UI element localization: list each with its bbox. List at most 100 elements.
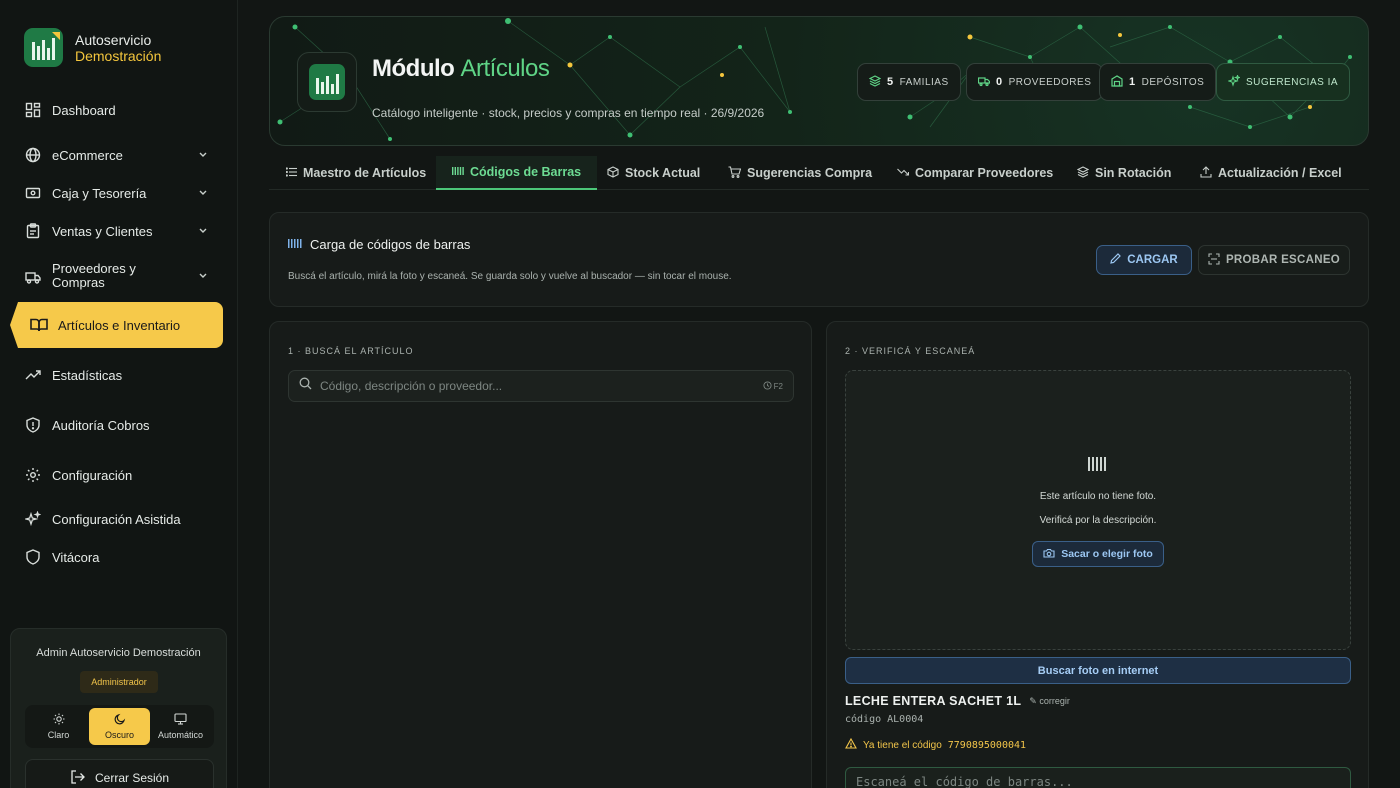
tab-stock-actual[interactable]: Stock Actual	[607, 156, 700, 190]
sidebar-item-proveedores[interactable]: Proveedores y Compras	[24, 262, 214, 290]
sidebar-item-configuracion[interactable]: Configuración	[24, 466, 214, 484]
corregir-link[interactable]: ✎ corregir	[1029, 696, 1070, 707]
sidebar-item-label: Dashboard	[52, 102, 116, 118]
no-photo-text: Este artículo no tiene foto.	[1039, 491, 1157, 502]
page-title: Módulo Artículos	[372, 55, 550, 83]
monitor-icon	[174, 713, 187, 727]
theme-option-auto[interactable]: Automático	[150, 708, 211, 745]
take-photo-button[interactable]: Sacar o elegir foto	[1032, 541, 1164, 567]
sidebar-item-ventas[interactable]: Ventas y Clientes	[24, 222, 214, 240]
chip-label: FAMILIAS	[899, 76, 949, 88]
theme-option-dark[interactable]: Oscuro	[89, 708, 150, 745]
barcode-scan-input[interactable]	[845, 767, 1351, 788]
sidebar-item-config-asistida[interactable]: Configuración Asistida	[24, 510, 214, 528]
logout-button[interactable]: Cerrar Sesión	[25, 759, 214, 788]
chip-depositos[interactable]: 1 DEPÓSITOS	[1099, 63, 1217, 101]
sparkles-icon	[24, 510, 42, 528]
module-tabs: Maestro de Artículos Códigos de Barras S…	[269, 156, 1369, 190]
globe-icon	[24, 146, 42, 164]
product-photo-area: Este artículo no tiene foto. Verificá po…	[845, 370, 1351, 650]
logout-label: Cerrar Sesión	[94, 771, 170, 785]
sidebar-item-ecommerce[interactable]: eCommerce	[24, 146, 214, 164]
chip-count: 5	[887, 76, 894, 88]
sidebar-item-label: Auditoría Cobros	[52, 417, 150, 433]
sidebar-item-label: Caja y Tesorería	[52, 185, 147, 201]
box-icon	[607, 165, 619, 181]
verify-scan-card: 2 · VERIFICÁ Y ESCANEÁ Este artículo no …	[826, 321, 1369, 788]
list-icon	[285, 166, 297, 180]
sidebar-item-articulos[interactable]: Artículos e Inventario	[10, 302, 223, 348]
chip-proveedores[interactable]: 0 PROVEEDORES	[966, 63, 1104, 101]
brand-name: Autoservicio	[75, 31, 152, 48]
chevron-down-icon	[198, 224, 208, 239]
chip-count: 0	[996, 76, 1003, 88]
product-name-text: LECHE ENTERA SACHET 1L	[845, 694, 1022, 708]
probar-escaneo-button[interactable]: PROBAR ESCANEO	[1198, 245, 1350, 275]
chip-familias[interactable]: 5 FAMILIAS	[857, 63, 961, 101]
trend-icon	[24, 366, 42, 384]
truck-icon	[977, 75, 991, 90]
tab-maestro[interactable]: Maestro de Artículos	[285, 156, 427, 190]
chip-label: DEPÓSITOS	[1141, 76, 1205, 88]
chevron-down-icon	[198, 269, 208, 284]
brand[interactable]: Autoservicio Demostración	[24, 28, 161, 67]
module-icon	[297, 52, 357, 112]
sidebar: Autoservicio Demostración Dashboard eCom…	[0, 0, 238, 788]
barcode-placeholder-icon	[1088, 457, 1106, 471]
camera-icon	[1043, 548, 1055, 561]
section-title-text: Carga de códigos de barras	[310, 237, 471, 252]
tab-label: Maestro de Artículos	[303, 166, 427, 180]
chip-label: PROVEEDORES	[1008, 76, 1092, 88]
sidebar-item-label: Ventas y Clientes	[52, 223, 153, 239]
sidebar-item-label: eCommerce	[52, 147, 123, 163]
sidebar-item-caja[interactable]: Caja y Tesorería	[24, 184, 214, 202]
module-header: Módulo Artículos Catálogo inteligente · …	[269, 16, 1369, 146]
theme-option-light[interactable]: Claro	[28, 708, 89, 745]
chevron-down-icon	[198, 148, 208, 163]
section-description: Buscá el artículo, mirá la foto y escane…	[288, 271, 732, 282]
cargar-button[interactable]: CARGAR	[1096, 245, 1192, 275]
step-2-label: 2 · VERIFICÁ Y ESCANEÁ	[845, 346, 976, 356]
history-icon	[763, 380, 772, 392]
verify-hint-text: Verificá por la descripción.	[1039, 515, 1157, 526]
clipboard-icon	[24, 222, 42, 240]
product-code: código AL0004	[845, 714, 924, 725]
sparkles-icon	[1227, 73, 1242, 90]
dashboard-icon	[24, 101, 42, 119]
sidebar-item-vitacora[interactable]: Vitácora	[24, 548, 214, 566]
trend-down-icon	[897, 166, 910, 180]
warning-code: 7790895000041	[947, 739, 1027, 751]
tab-sin-rotacion[interactable]: Sin Rotación	[1076, 156, 1171, 190]
theme-label: Claro	[47, 730, 70, 740]
tab-sugerencias-compra[interactable]: Sugerencias Compra	[728, 156, 872, 190]
layers-icon	[1076, 165, 1090, 181]
existing-code-warning: Ya tiene el código 7790895000041	[845, 737, 1027, 752]
chip-label: SUGERENCIAS IA	[1246, 76, 1339, 88]
tab-comparar-proveedores[interactable]: Comparar Proveedores	[897, 156, 1053, 190]
tab-label: Stock Actual	[625, 166, 701, 180]
theme-label: Automático	[157, 730, 204, 740]
sidebar-item-label-2: Compras	[52, 275, 105, 290]
sidebar-item-dashboard[interactable]: Dashboard	[24, 101, 214, 119]
book-icon	[30, 316, 48, 334]
scan-icon	[1208, 252, 1220, 268]
section-title: Carga de códigos de barras	[288, 237, 470, 252]
sidebar-item-estadisticas[interactable]: Estadísticas	[24, 366, 214, 384]
tab-label: Actualización / Excel	[1218, 166, 1342, 180]
button-label: Sacar o elegir foto	[1061, 548, 1153, 560]
sidebar-item-auditoria[interactable]: Auditoría Cobros	[24, 416, 214, 434]
chip-sugerencias-ia[interactable]: SUGERENCIAS IA	[1216, 63, 1351, 101]
tab-label: Códigos de Barras	[470, 165, 582, 179]
step-1-label: 1 · BUSCÁ EL ARTÍCULO	[288, 346, 414, 356]
search-photo-internet-button[interactable]: Buscar foto en internet	[845, 657, 1351, 684]
button-label: CARGAR	[1127, 254, 1178, 266]
search-article-card: 1 · BUSCÁ EL ARTÍCULO F2	[269, 321, 812, 788]
search-input[interactable]	[320, 379, 755, 393]
sidebar-item-label: Vitácora	[52, 549, 100, 565]
button-label: PROBAR ESCANEO	[1225, 254, 1341, 266]
user-card: Admin Autoservicio Demostración Administ…	[10, 628, 227, 788]
tab-actualizacion-excel[interactable]: Actualización / Excel	[1200, 156, 1342, 190]
upload-icon	[1200, 165, 1212, 181]
page-subtitle: Catálogo inteligente · stock, precios y …	[372, 106, 765, 120]
tab-codigos-barras[interactable]: Códigos de Barras	[436, 156, 598, 190]
